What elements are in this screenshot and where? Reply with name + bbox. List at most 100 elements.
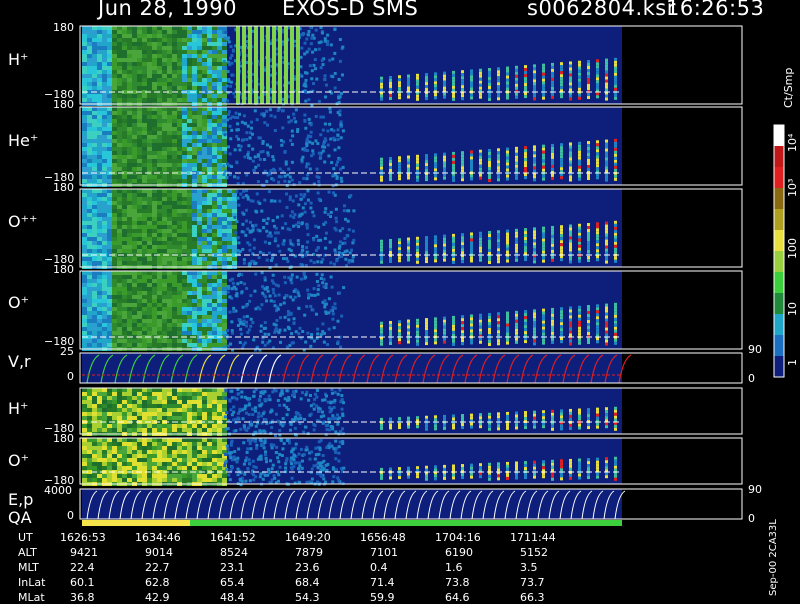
heat-cell (107, 233, 112, 237)
heat-cell (292, 298, 295, 301)
heat-cell (515, 341, 518, 344)
heat-cell (222, 271, 227, 275)
heat-cell (317, 293, 320, 296)
heat-cell (157, 163, 162, 167)
heat-cell (461, 79, 464, 82)
heat-cell (167, 86, 172, 90)
heat-cell (596, 161, 599, 164)
heat-cell (207, 249, 212, 253)
heat-cell (235, 135, 238, 138)
heat-cell (324, 211, 327, 214)
heat-cell (290, 242, 293, 245)
heat-cell (137, 58, 142, 62)
heat-cell (277, 244, 280, 247)
heat-cell (313, 214, 316, 217)
heat-cell (321, 63, 324, 66)
heat-cell (259, 151, 262, 154)
heat-cell (398, 165, 401, 168)
heat-cell (470, 72, 473, 75)
heat-cell (533, 318, 536, 321)
heat-cell (202, 201, 207, 205)
heat-cell (488, 86, 491, 89)
heat-cell (292, 341, 295, 344)
heat-cell (142, 412, 147, 416)
heat-cell (162, 392, 167, 396)
heat-cell (152, 78, 157, 82)
heat-cell (162, 343, 167, 347)
heat-cell (117, 159, 122, 163)
heat-cell (416, 74, 419, 77)
heat-cell (92, 327, 97, 331)
heat-cell (506, 169, 509, 172)
heat-cell (506, 151, 509, 154)
heat-cell (524, 152, 527, 155)
heat-cell (162, 86, 167, 90)
heat-cell (317, 288, 320, 291)
heat-cell (327, 213, 330, 216)
heat-cell (82, 167, 87, 171)
heat-cell (112, 303, 117, 307)
heat-cell (232, 261, 237, 265)
heat-cell (295, 195, 298, 198)
heat-cell (318, 48, 321, 51)
heat-cell (132, 167, 137, 171)
heat-cell (182, 221, 187, 225)
heat-cell (97, 62, 102, 66)
heat-cell (614, 67, 617, 70)
heat-cell (157, 147, 162, 151)
heat-cell (407, 326, 410, 329)
heat-cell (167, 245, 172, 249)
heat-cell (488, 155, 491, 158)
heat-cell (97, 299, 102, 303)
heat-cell (569, 227, 572, 230)
heat-cell (551, 323, 554, 326)
heat-cell (197, 42, 202, 46)
heat-cell (231, 329, 234, 332)
heat-cell (82, 424, 87, 428)
heat-cell (274, 294, 277, 297)
heat-cell (197, 428, 202, 432)
heat-cell (152, 400, 157, 404)
heat-cell (306, 289, 309, 292)
heat-cell (167, 283, 172, 287)
heat-cell (232, 257, 237, 261)
heat-cell (217, 311, 222, 315)
heat-cell (283, 151, 286, 154)
heat-cell (578, 175, 581, 178)
heat-cell (533, 163, 536, 166)
heat-cell (207, 299, 212, 303)
heat-cell (107, 279, 112, 283)
heat-cell (389, 88, 392, 91)
heat-cell (127, 201, 132, 205)
heat-cell (97, 123, 102, 127)
heat-cell (596, 59, 599, 62)
heat-cell (569, 236, 572, 239)
heat-cell (187, 295, 192, 299)
heat-cell (137, 201, 142, 205)
heat-cell (470, 87, 473, 90)
heat-cell (202, 179, 207, 183)
heat-cell (605, 222, 608, 225)
heat-cell (264, 295, 267, 298)
heat-cell (279, 341, 282, 344)
heat-cell (92, 392, 97, 396)
heat-cell (97, 217, 102, 221)
heat-cell (443, 326, 446, 329)
heat-cell (107, 213, 112, 217)
heat-cell (157, 343, 162, 347)
heat-cell (207, 279, 212, 283)
heat-cell (172, 46, 177, 50)
heat-cell (479, 338, 482, 341)
heat-cell (127, 135, 132, 139)
heat-cell (177, 221, 182, 225)
heat-cell (197, 62, 202, 66)
heat-cell (202, 123, 207, 127)
heat-cell (291, 179, 294, 182)
heat-cell (117, 205, 122, 209)
heat-cell (434, 241, 437, 244)
heat-cell (112, 233, 117, 237)
heat-cell (227, 113, 230, 116)
heat-cell (117, 74, 122, 78)
heat-cell (97, 111, 102, 115)
heat-cell (326, 343, 329, 346)
